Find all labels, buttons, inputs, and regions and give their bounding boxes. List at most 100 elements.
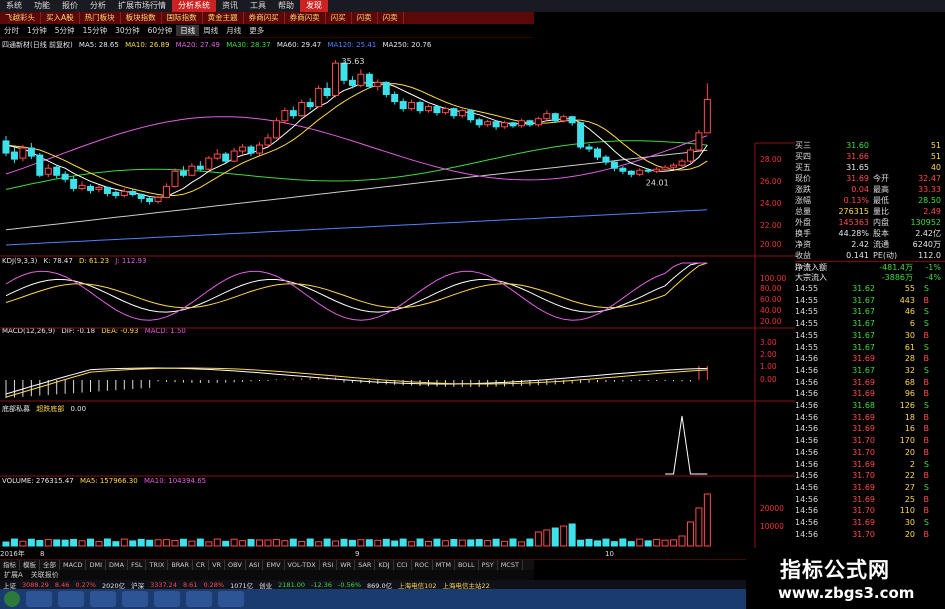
net-flow-row: 大宗流入 -3886万 -4%	[795, 272, 945, 283]
tab-8[interactable]: 闪买	[326, 12, 352, 24]
period-1min[interactable]: 1分钟	[23, 25, 51, 36]
quote-cell: 51	[930, 141, 941, 150]
volume-bar	[179, 538, 187, 547]
period-15min[interactable]: 15分钟	[79, 25, 112, 36]
taskbar-app-icon[interactable]	[154, 591, 180, 607]
candle-down	[467, 110, 475, 121]
quote-cell: 2.42	[851, 240, 869, 249]
tab-6[interactable]: 券商闪买	[244, 12, 285, 24]
volume-bar	[348, 539, 356, 547]
kline-chart[interactable]: 35.63 24.01 2016年 8 9 10	[0, 38, 795, 560]
indicator-tab[interactable]: OBV	[225, 560, 246, 570]
period-more[interactable]: 更多	[245, 25, 268, 36]
indicator-tab[interactable]: MTM	[433, 560, 455, 570]
menu-item-help[interactable]: 帮助	[272, 0, 300, 12]
trade-cell: B	[923, 447, 930, 457]
menu-item-tools[interactable]: 工具	[244, 0, 272, 12]
indicator-tab[interactable]: TRIX	[146, 560, 169, 570]
taskbar-app-icon[interactable]	[58, 591, 84, 607]
taskbar-app-icon[interactable]	[122, 591, 148, 607]
menu-item-quote[interactable]: 报价	[56, 0, 84, 12]
period-30min[interactable]: 30分钟	[111, 25, 144, 36]
kdj-tick-3: 40.00	[760, 306, 782, 315]
quote-cell: 51	[930, 152, 941, 161]
period-monthly[interactable]: 月线	[222, 25, 245, 36]
volume-bar	[239, 540, 247, 547]
kdj-tick-1: 80.00	[760, 284, 782, 293]
menu-item-discover[interactable]: 发现	[300, 0, 328, 12]
indicator-tab[interactable]: MCST	[498, 560, 523, 570]
status-item: 上海电信102	[398, 581, 437, 590]
net-flow-value: -481.4万	[879, 263, 913, 272]
period-5min[interactable]: 5分钟	[51, 25, 79, 36]
menu-item-analysis[interactable]: 分析	[84, 0, 112, 12]
tab-4[interactable]: 国际指数	[162, 12, 203, 24]
date-label: 8	[40, 550, 44, 558]
trade-cell: 14:56	[795, 412, 819, 422]
tab-10[interactable]: 闪卖	[378, 12, 404, 24]
start-button-icon[interactable]	[4, 591, 20, 607]
indicator-tab[interactable]: CR	[193, 560, 210, 570]
indicator-tab[interactable]: VR	[209, 560, 226, 570]
quote-row: 买三 31.60 51	[795, 140, 945, 151]
indicator-tab[interactable]: EMV	[263, 560, 285, 570]
candle-down	[129, 190, 137, 195]
tab-2[interactable]: 热门板块	[80, 12, 121, 24]
trade-cell: 14:56	[795, 506, 819, 516]
macd-tick-1: 2.00	[760, 350, 777, 359]
volume-bar	[230, 538, 238, 547]
tab-extended-a[interactable]: 扩展A	[0, 570, 27, 580]
menu-item-function[interactable]: 功能	[28, 0, 56, 12]
price-tick-3: 22.00	[760, 221, 782, 230]
volume-bar	[103, 538, 111, 547]
taskbar-app-icon[interactable]	[90, 591, 116, 607]
period-intraday[interactable]: 分时	[0, 25, 23, 36]
indicator-tab[interactable]: BOLL	[455, 560, 479, 570]
indicator-tab[interactable]: 指标	[0, 560, 20, 570]
period-weekly[interactable]: 周线	[199, 25, 222, 36]
taskbar-app-icon[interactable]	[186, 591, 212, 607]
indicator-tab[interactable]: PSY	[479, 560, 498, 570]
quote-cell: 买四	[795, 152, 811, 161]
tab-5[interactable]: 黄金主题	[203, 12, 244, 24]
indicator-tab[interactable]: ASI	[246, 560, 264, 570]
period-60min[interactable]: 60分钟	[144, 25, 177, 36]
indicator-tab[interactable]: FSL	[128, 560, 147, 570]
net-flow-pct: -1%	[925, 263, 941, 272]
indicator-tab[interactable]: 全部	[40, 560, 60, 570]
indicator-tab[interactable]: RSI	[320, 560, 338, 570]
menu-item-analysis-system[interactable]: 分析系统	[172, 0, 216, 12]
indicator-tab[interactable]: DMI	[86, 560, 107, 570]
indicator-tab[interactable]: ROC	[412, 560, 433, 570]
trade-cell: 96	[904, 389, 915, 399]
indicator-tab[interactable]: 模板	[20, 560, 40, 570]
indicator-tab[interactable]: DMA	[106, 560, 129, 570]
tab-1[interactable]: 买入A股	[41, 12, 80, 24]
indicator-tab[interactable]: WR	[337, 560, 356, 570]
tab-related-quote[interactable]: 关联报价	[27, 570, 63, 580]
taskbar-app-icon[interactable]	[218, 591, 244, 607]
macd-tick-2: 1.00	[760, 362, 777, 371]
indicator-tab[interactable]: SAR	[355, 560, 376, 570]
trade-cell: 14:56	[795, 471, 819, 481]
menu-item-extended-market[interactable]: 扩展市场行情	[112, 0, 172, 12]
tab-7[interactable]: 券商闪卖	[285, 12, 326, 24]
taskbar-app-icon[interactable]	[26, 591, 52, 607]
indicator-tab[interactable]: MACD	[60, 560, 87, 570]
candle-up	[686, 149, 694, 162]
trade-cell: B	[923, 529, 930, 539]
indicator-tab[interactable]: KDJ	[375, 560, 394, 570]
status-item: 2181.00	[278, 580, 306, 589]
indicator-tab[interactable]: CCI	[394, 560, 412, 570]
menu-item-news[interactable]: 资讯	[216, 0, 244, 12]
tab-9[interactable]: 闪卖	[352, 12, 378, 24]
indicator-tab[interactable]: BRAR	[168, 560, 193, 570]
period-daily[interactable]: 日线	[176, 25, 200, 36]
quote-cell: 32.47	[918, 174, 941, 183]
tab-3[interactable]: 板块指数	[121, 12, 162, 24]
candle-down	[146, 198, 154, 203]
indicator-tab[interactable]: VOL-TDX	[285, 560, 320, 570]
tab-0[interactable]: 飞越彩头	[0, 12, 41, 24]
volume-bar	[661, 539, 669, 547]
menu-item-system[interactable]: 系统	[0, 0, 28, 12]
